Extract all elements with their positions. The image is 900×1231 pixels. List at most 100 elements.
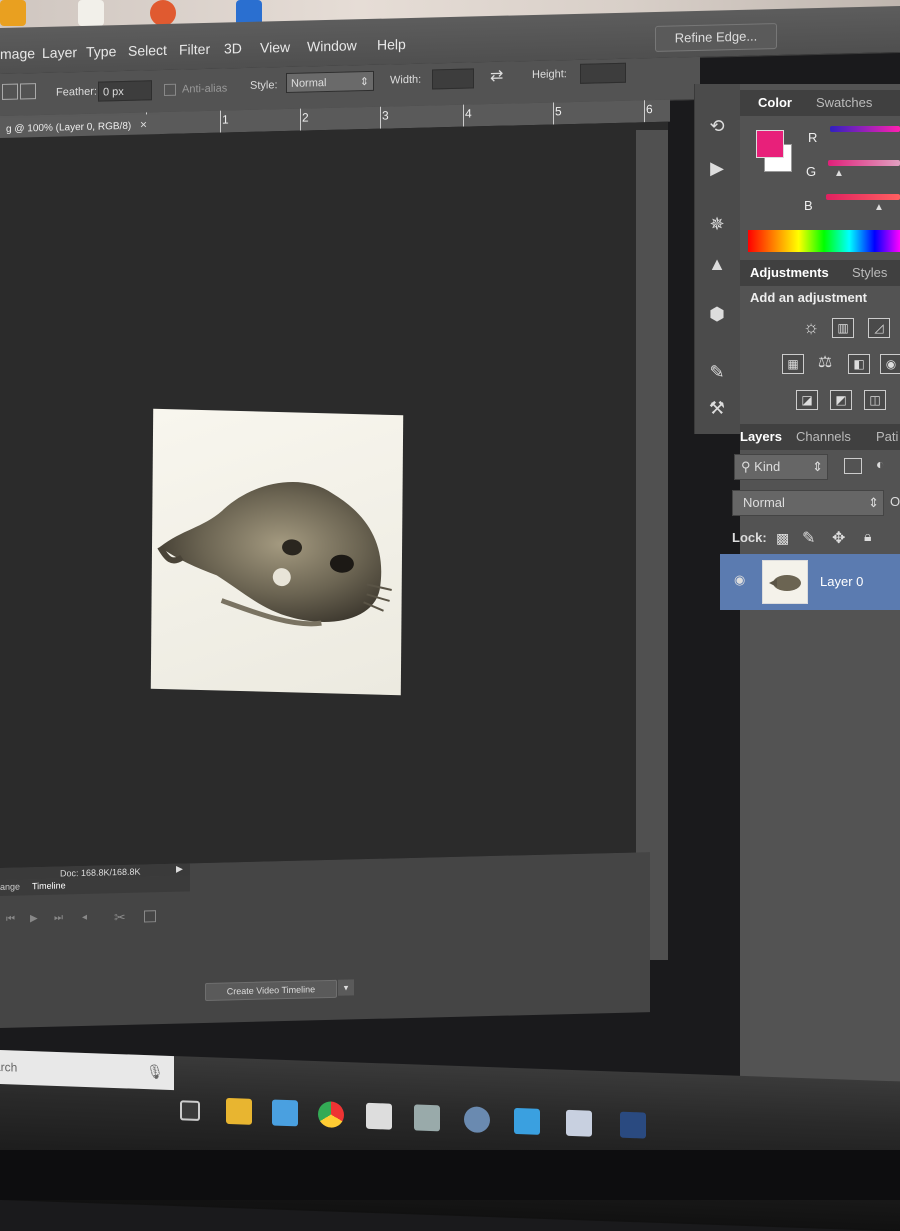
document-image[interactable] xyxy=(150,408,404,696)
tab-color[interactable]: Color xyxy=(758,95,792,110)
transition-icon[interactable] xyxy=(144,910,156,923)
kind-label: Kind xyxy=(754,459,781,474)
play-icon[interactable]: ▶ xyxy=(30,913,38,924)
height-input[interactable] xyxy=(580,62,626,84)
tab-other[interactable]: ange xyxy=(0,882,20,892)
create-video-timeline-button[interactable]: Create Video Timeline xyxy=(205,979,337,1001)
ruler-tick xyxy=(553,102,554,125)
menu-view[interactable]: View xyxy=(260,39,290,56)
photo-filter-icon[interactable]: ◉ xyxy=(880,354,900,374)
vibrance-icon[interactable]: ▦ xyxy=(782,354,804,374)
task-view-icon[interactable] xyxy=(180,1100,200,1121)
channel-r-label: R xyxy=(808,130,818,145)
gradient-map-icon[interactable]: ◩ xyxy=(830,390,852,410)
tool-presets-icon[interactable]: ⚒ xyxy=(705,396,729,420)
selection-mode-icon[interactable] xyxy=(2,83,18,100)
green-slider-thumb[interactable]: ▲ xyxy=(834,168,844,179)
3d-cube-icon[interactable]: ⬢ xyxy=(705,302,729,326)
blue-slider-thumb[interactable]: ▲ xyxy=(874,202,884,213)
app-icon[interactable] xyxy=(566,1109,592,1137)
blend-mode-select[interactable]: Normal ⇕ xyxy=(732,490,884,516)
feather-input[interactable]: 0 px xyxy=(98,80,152,102)
menu-filter[interactable]: Filter xyxy=(179,41,210,58)
tab-paths[interactable]: Pati xyxy=(876,429,898,444)
lock-move-icon[interactable]: ✥ xyxy=(832,528,845,548)
chevron-updown-icon: ⇕ xyxy=(868,495,879,510)
color-spectrum-ramp[interactable] xyxy=(748,230,900,252)
antialias-checkbox[interactable] xyxy=(164,83,176,96)
histogram-icon[interactable]: ▲ xyxy=(705,252,729,276)
chrome-icon[interactable] xyxy=(318,1101,344,1129)
filter-pixel-icon[interactable] xyxy=(844,458,862,474)
desktop-file-icon[interactable] xyxy=(78,0,104,26)
desktop-app-icon[interactable] xyxy=(0,0,26,26)
width-input[interactable] xyxy=(432,68,474,90)
menu-layer[interactable]: Layer xyxy=(42,44,77,61)
chevron-down-icon[interactable]: ▾ xyxy=(338,979,354,996)
tab-timeline[interactable]: Timeline xyxy=(32,880,66,891)
tab-swatches[interactable]: Swatches xyxy=(816,95,872,110)
ruler-tick xyxy=(463,104,464,127)
style-select-value: Normal xyxy=(291,77,327,90)
desktop-app-icon[interactable] xyxy=(150,0,176,26)
next-frame-icon[interactable]: ⏭ xyxy=(54,912,63,923)
store-icon[interactable] xyxy=(272,1099,298,1127)
layer-row[interactable]: ◉ Layer 0 xyxy=(720,554,900,610)
channel-g-label: G xyxy=(806,164,817,179)
filter-adjustment-icon[interactable]: ◐ xyxy=(876,456,884,472)
brightness-icon[interactable]: ☼ xyxy=(800,318,822,338)
app-icon[interactable] xyxy=(620,1111,646,1139)
color-balance-icon[interactable]: ⚖ xyxy=(814,354,836,374)
menu-select[interactable]: Select xyxy=(128,42,167,59)
blue-slider[interactable] xyxy=(826,194,900,200)
selective-color-icon[interactable]: ◫ xyxy=(864,390,886,410)
tab-channels[interactable]: Channels xyxy=(796,429,851,444)
history-icon[interactable]: ⟲ xyxy=(705,114,729,138)
navigator-wheel-icon[interactable]: ✵ xyxy=(705,212,729,236)
lock-all-icon[interactable]: 🔒︎ xyxy=(864,528,871,545)
menu-window[interactable]: Window xyxy=(307,37,357,54)
first-frame-icon[interactable]: ⏮ xyxy=(6,914,15,925)
foreground-color-swatch[interactable] xyxy=(756,130,784,158)
menu-type[interactable]: Type xyxy=(86,43,116,60)
levels-icon[interactable]: ▥ xyxy=(832,318,854,338)
file-explorer-icon[interactable] xyxy=(226,1097,252,1125)
tab-styles[interactable]: Styles xyxy=(852,265,887,280)
green-slider[interactable] xyxy=(828,160,900,166)
mail-icon[interactable] xyxy=(366,1102,392,1130)
visibility-eye-icon[interactable]: ◉ xyxy=(734,572,745,588)
menu-image[interactable]: mage xyxy=(0,45,35,62)
layer-kind-filter[interactable]: ⚲ Kind ⇕ xyxy=(734,454,828,480)
selection-mode-icon[interactable] xyxy=(20,83,36,100)
document-tab-title: g @ 100% (Layer 0, RGB/8) xyxy=(6,120,132,135)
lock-label: Lock: xyxy=(732,530,767,545)
style-select[interactable]: Normal ⇕ xyxy=(286,70,374,94)
ruler-label: 4 xyxy=(465,106,472,121)
scissors-icon[interactable]: ✂ xyxy=(114,909,126,926)
swap-icon[interactable]: ⇄ xyxy=(490,66,503,86)
layer-thumbnail-fish xyxy=(769,575,801,591)
app-icon[interactable] xyxy=(464,1106,490,1134)
microphone-icon[interactable]: 🎙︎ xyxy=(146,1063,164,1081)
lock-transparent-icon[interactable]: ▩ xyxy=(776,530,789,547)
close-icon[interactable]: × xyxy=(140,117,147,131)
curves-icon[interactable]: ◿ xyxy=(868,318,890,338)
ruler-label: 1 xyxy=(222,112,229,127)
tab-layers[interactable]: Layers xyxy=(740,429,782,444)
play-icon[interactable]: ▶ xyxy=(176,864,183,875)
menu-help[interactable]: Help xyxy=(377,36,406,53)
lock-brush-icon[interactable]: ✎ xyxy=(802,528,815,548)
brush-presets-icon[interactable]: ✎ xyxy=(705,360,729,384)
audio-icon[interactable]: ◂ xyxy=(82,912,87,923)
actions-play-icon[interactable]: ▶ xyxy=(705,156,729,180)
app-icon[interactable] xyxy=(514,1107,540,1135)
invert-icon[interactable]: ◪ xyxy=(796,390,818,410)
menu-3d[interactable]: 3D xyxy=(224,40,242,56)
app-icon[interactable] xyxy=(414,1104,440,1132)
refine-edge-button[interactable]: Refine Edge... xyxy=(655,23,777,52)
black-white-icon[interactable]: ◧ xyxy=(848,354,870,374)
vertical-scrollbar[interactable] xyxy=(636,130,668,960)
timeline-panel: Doc: 168.8K/168.8K ▶ ange Timeline ⏮ ▶ ⏭… xyxy=(0,852,650,1028)
tab-adjustments[interactable]: Adjustments xyxy=(750,265,829,280)
red-slider[interactable] xyxy=(830,126,900,132)
